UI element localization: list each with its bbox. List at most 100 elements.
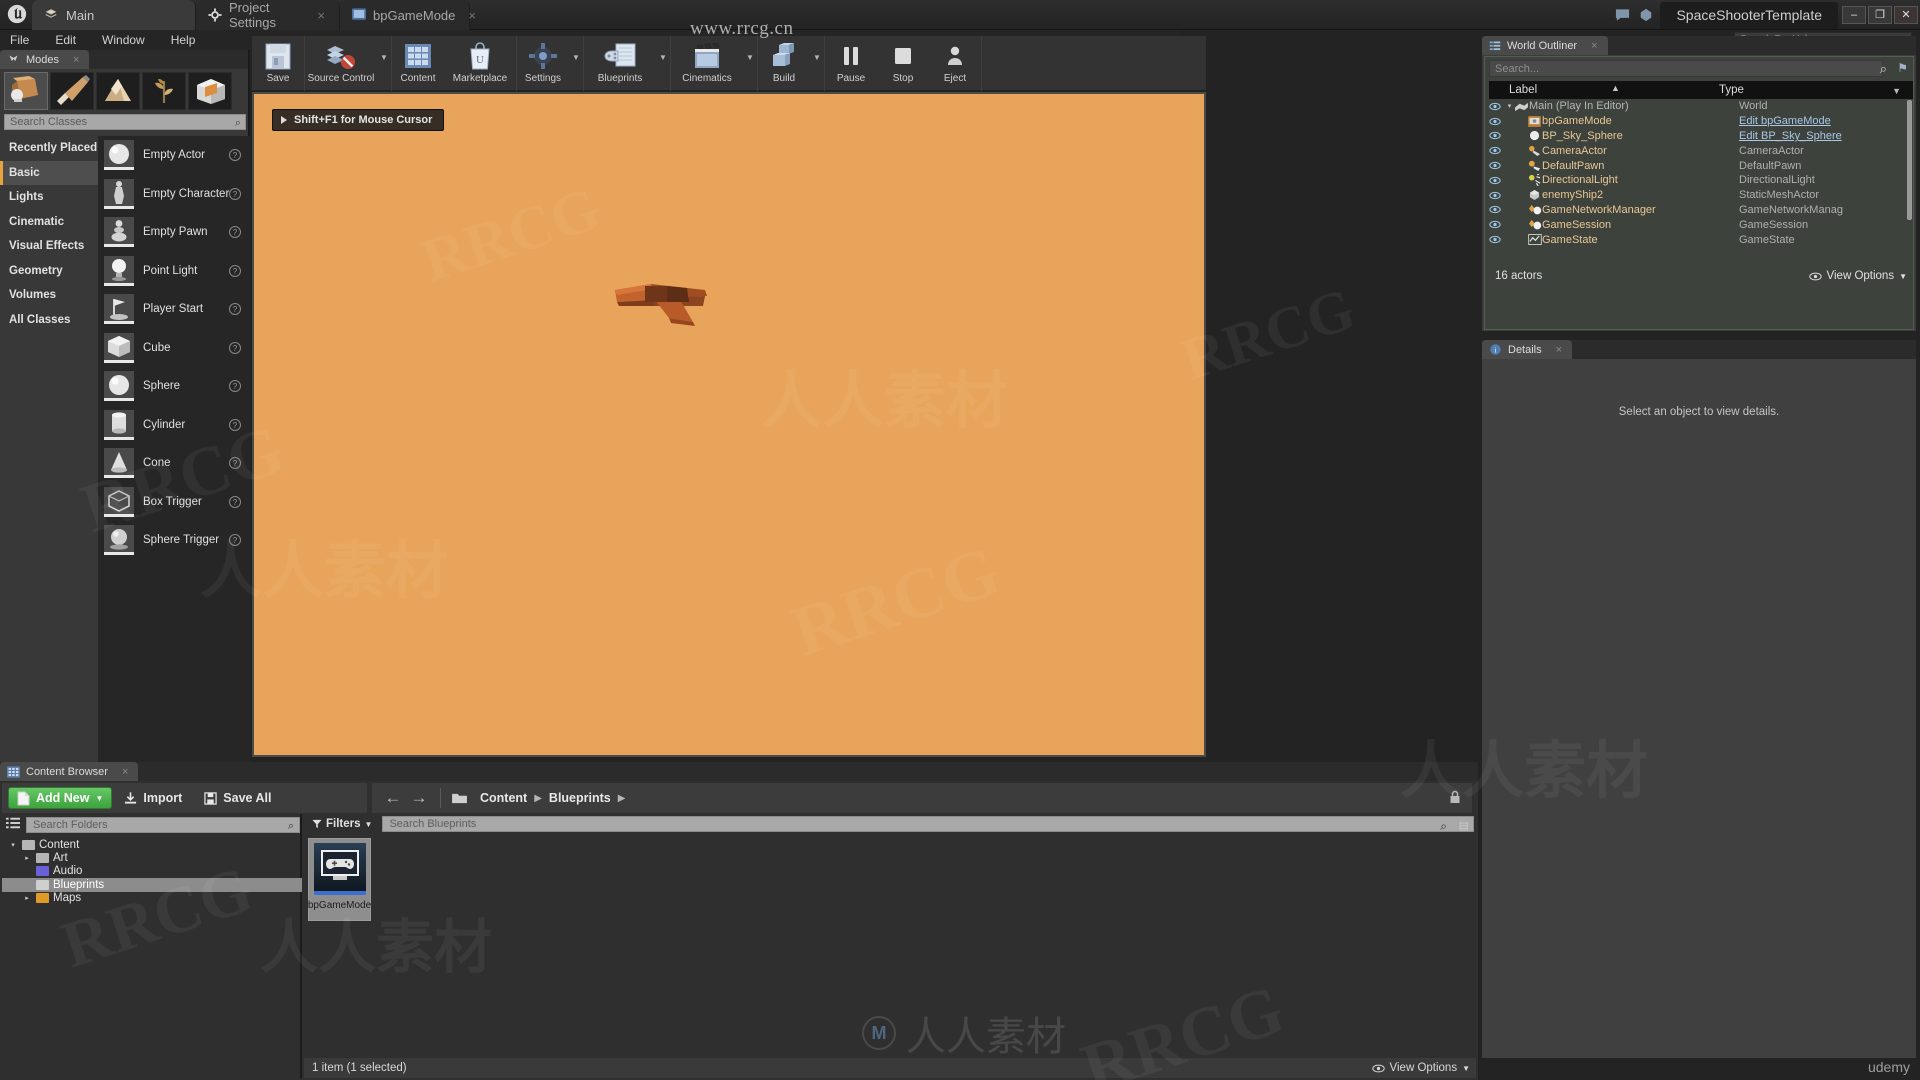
toolbar-button-source-control[interactable]: Source Control bbox=[305, 36, 377, 91]
outliner-row[interactable]: GameState GameState bbox=[1489, 232, 1913, 247]
world-outliner-tab[interactable]: World Outliner × bbox=[1482, 36, 1608, 55]
outliner-row[interactable]: DirectionalLight DirectionalLight bbox=[1489, 173, 1913, 188]
modes-tab-close-icon[interactable]: × bbox=[73, 54, 79, 66]
details-tab-close-icon[interactable]: × bbox=[1556, 344, 1562, 356]
foliage-mode-icon[interactable] bbox=[142, 72, 186, 110]
visibility-eye-icon[interactable] bbox=[1489, 117, 1505, 126]
help-icon[interactable]: ? bbox=[229, 534, 241, 546]
placeable-empty-pawn[interactable]: Empty Pawn? bbox=[98, 213, 250, 252]
save-search-icon[interactable]: ▤ bbox=[1459, 819, 1469, 834]
modes-tab[interactable]: Modes × bbox=[0, 50, 90, 69]
placeable-empty-character[interactable]: Empty Character? bbox=[98, 175, 250, 214]
help-icon[interactable]: ? bbox=[229, 380, 241, 392]
help-icon[interactable]: ? bbox=[229, 457, 241, 469]
toolbar-button-cinematics[interactable]: Cinematics bbox=[671, 36, 743, 91]
placeable-box-trigger[interactable]: Box Trigger? bbox=[98, 483, 250, 522]
menu-item-help[interactable]: Help bbox=[158, 30, 209, 50]
toolbar-button-blueprints[interactable]: Blueprints bbox=[584, 36, 656, 91]
chevron-down-icon[interactable]: ▼ bbox=[656, 36, 670, 91]
help-icon[interactable]: ? bbox=[229, 303, 241, 315]
chevron-down-icon[interactable]: ▼ bbox=[810, 36, 824, 91]
cb-view-options-button[interactable]: View Options ▼ bbox=[1371, 1062, 1470, 1074]
toolbar-button-eject[interactable]: Eject bbox=[929, 36, 981, 91]
help-icon[interactable]: ? bbox=[229, 187, 241, 200]
help-icon[interactable]: ? bbox=[229, 264, 241, 277]
help-icon[interactable]: ? bbox=[229, 418, 241, 431]
expander-icon[interactable]: ▸ bbox=[22, 894, 32, 902]
visibility-eye-icon[interactable] bbox=[1489, 131, 1505, 140]
mode-category-geometry[interactable]: Geometry bbox=[0, 259, 98, 284]
mode-category-volumes[interactable]: Volumes bbox=[0, 283, 98, 308]
cb-tab-close-icon[interactable]: × bbox=[122, 766, 128, 778]
geometry-edit-mode-icon[interactable] bbox=[188, 72, 232, 110]
tab-bpgamemode[interactable]: bpGameMode × bbox=[340, 0, 476, 30]
outliner-scrollbar[interactable] bbox=[1907, 100, 1912, 220]
mode-category-all-classes[interactable]: All Classes bbox=[0, 308, 98, 333]
outliner-pin-icon[interactable]: ⚑ bbox=[1897, 61, 1908, 75]
search-classes-input[interactable]: Search Classes ⌕ bbox=[4, 114, 246, 130]
save-all-button[interactable]: Save All bbox=[194, 786, 281, 810]
toolbar-button-settings[interactable]: Settings bbox=[517, 36, 569, 91]
nav-forward-button[interactable]: → bbox=[408, 788, 430, 808]
outliner-row[interactable]: GameSession GameSession bbox=[1489, 217, 1913, 232]
placeable-empty-actor[interactable]: Empty Actor? bbox=[98, 136, 250, 175]
chevron-down-icon[interactable]: ▼ bbox=[743, 36, 757, 91]
toolbar-button-stop[interactable]: Stop bbox=[877, 36, 929, 91]
outliner-search-input[interactable]: Search... bbox=[1489, 60, 1883, 77]
visibility-eye-icon[interactable] bbox=[1489, 146, 1505, 155]
toolbar-button-marketplace[interactable]: U Marketplace bbox=[444, 36, 516, 91]
mode-category-basic[interactable]: Basic bbox=[0, 160, 98, 185]
placeable-cone[interactable]: Cone? bbox=[98, 444, 250, 483]
visibility-eye-icon[interactable] bbox=[1489, 161, 1505, 170]
mode-category-cinematic[interactable]: Cinematic bbox=[0, 210, 98, 235]
help-icon[interactable]: ? bbox=[229, 149, 241, 161]
menu-item-file[interactable]: File bbox=[0, 30, 42, 50]
help-icon[interactable]: ? bbox=[229, 226, 241, 238]
toolbar-button-pause[interactable]: Pause bbox=[825, 36, 877, 91]
outliner-row-type[interactable]: Edit bpGameMode bbox=[1739, 115, 1831, 127]
placeable-sphere-trigger[interactable]: Sphere Trigger? bbox=[98, 521, 250, 560]
toolbar-button-content[interactable]: Content bbox=[392, 36, 444, 91]
placeable-player-start[interactable]: Player Start? bbox=[98, 290, 250, 329]
place-mode-icon[interactable] bbox=[4, 72, 48, 110]
outliner-row[interactable]: CameraActor CameraActor bbox=[1489, 143, 1913, 158]
outliner-row[interactable]: DefaultPawn DefaultPawn bbox=[1489, 158, 1913, 173]
outliner-row[interactable]: BP_Sky_Sphere Edit BP_Sky_Sphere bbox=[1489, 129, 1913, 144]
tab-close-icon[interactable]: × bbox=[468, 8, 476, 23]
outliner-row[interactable]: ▾ Main (Play In Editor) World bbox=[1489, 99, 1913, 114]
outliner-row-type[interactable]: Edit BP_Sky_Sphere bbox=[1739, 130, 1842, 142]
visibility-eye-icon[interactable] bbox=[1489, 205, 1505, 214]
column-header-type[interactable]: Type bbox=[1719, 84, 1913, 96]
placeable-sphere[interactable]: Sphere? bbox=[98, 367, 250, 406]
paint-mode-icon[interactable] bbox=[50, 72, 94, 110]
chevron-down-icon[interactable]: ▼ bbox=[569, 36, 583, 91]
landscape-mode-icon[interactable] bbox=[96, 72, 140, 110]
level-viewport[interactable]: Shift+F1 for Mouse Cursor bbox=[252, 92, 1206, 757]
visibility-eye-icon[interactable] bbox=[1489, 220, 1505, 229]
toolbar-button-save[interactable]: Save bbox=[252, 36, 304, 91]
placeable-point-light[interactable]: Point Light? bbox=[98, 252, 250, 291]
outliner-tab-close-icon[interactable]: × bbox=[1591, 40, 1597, 52]
expander-icon[interactable]: ▸ bbox=[22, 854, 32, 862]
minimize-button[interactable]: – bbox=[1842, 6, 1866, 24]
nav-back-button[interactable]: ← bbox=[382, 788, 404, 808]
details-tab[interactable]: i Details × bbox=[1482, 340, 1573, 359]
content-browser-tab[interactable]: Content Browser × bbox=[0, 762, 139, 781]
feedback-icon[interactable] bbox=[1612, 5, 1632, 25]
placeable-cube[interactable]: Cube? bbox=[98, 329, 250, 368]
breadcrumb-content[interactable]: Content bbox=[476, 791, 531, 805]
help-icon[interactable]: ? bbox=[229, 495, 241, 508]
folder-search-input[interactable]: Search Folders ⌕ bbox=[26, 817, 300, 833]
toolbar-button-build[interactable]: Build bbox=[758, 36, 810, 91]
visibility-eye-icon[interactable] bbox=[1489, 235, 1505, 244]
launcher-icon[interactable] bbox=[1636, 5, 1656, 25]
expander-icon[interactable]: ▾ bbox=[1505, 102, 1514, 110]
outliner-row[interactable]: enemyShip2 StaticMeshActor bbox=[1489, 188, 1913, 203]
asset-tile[interactable]: bpGameMode bbox=[308, 838, 371, 921]
lock-icon[interactable] bbox=[1448, 790, 1462, 805]
folder-blueprints[interactable]: Blueprints bbox=[2, 878, 302, 892]
expander-icon[interactable]: ▾ bbox=[8, 841, 18, 849]
tab-main[interactable]: Main bbox=[32, 0, 196, 30]
folder-audio[interactable]: Audio bbox=[2, 865, 302, 878]
outliner-view-options-button[interactable]: View Options ▼ bbox=[1808, 270, 1907, 282]
